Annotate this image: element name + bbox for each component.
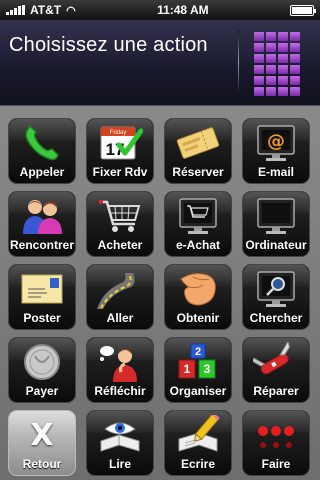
three-dots-icon xyxy=(253,415,299,455)
tile-ordinateur[interactable]: Ordinateur xyxy=(242,191,310,257)
tile-label: Ordinateur xyxy=(245,238,307,252)
tile-poster[interactable]: Poster xyxy=(8,264,76,330)
battery-icon xyxy=(290,4,316,16)
tile-label: Réparer xyxy=(253,384,299,398)
tile-label: Réfléchir xyxy=(94,384,146,398)
tile-e-achat[interactable]: e-Achat xyxy=(164,191,232,257)
thinking-person-icon xyxy=(97,342,143,382)
tile-label: Réserver xyxy=(172,165,224,179)
tile-aller[interactable]: Aller xyxy=(86,264,154,330)
shopping-cart-icon xyxy=(97,196,143,236)
clock: 11:48 AM xyxy=(157,3,209,17)
svg-text:3: 3 xyxy=(204,362,211,376)
carrier-label: AT&T xyxy=(30,3,62,17)
tile-label: e-Achat xyxy=(175,238,220,252)
tile-label: Lire xyxy=(108,457,131,471)
tile-fixer-rdv[interactable]: Friday 17 Fixer Rdv xyxy=(86,118,154,184)
status-left: AT&T ◠ xyxy=(6,3,76,17)
magnifier-monitor-icon xyxy=(253,269,299,309)
tile-faire[interactable]: Faire xyxy=(242,410,310,476)
blocks-icon: 2 1 3 xyxy=(175,342,221,382)
tile-payer[interactable]: Payer xyxy=(8,337,76,403)
at-monitor-icon: @ xyxy=(253,123,299,163)
tile-email[interactable]: @ E-mail xyxy=(242,118,310,184)
tile-ecrire[interactable]: Ecrire xyxy=(164,410,232,476)
tile-reserver[interactable]: Réserver xyxy=(164,118,232,184)
tile-reparer[interactable]: Réparer xyxy=(242,337,310,403)
svg-text:2: 2 xyxy=(195,346,201,358)
tile-label: Retour xyxy=(22,457,62,471)
action-grid: Appeler Friday 17 Fixer Rdv Réserver @ E… xyxy=(8,118,312,476)
tile-obtenir[interactable]: Obtenir xyxy=(164,264,232,330)
tile-label: Acheter xyxy=(97,238,143,252)
phone-icon xyxy=(19,123,65,163)
people-icon xyxy=(19,196,65,236)
tile-reflechir[interactable]: Réfléchir xyxy=(86,337,154,403)
action-panel: Appeler Friday 17 Fixer Rdv Réserver @ E… xyxy=(0,106,320,480)
monitor-icon xyxy=(253,196,299,236)
tile-label: Poster xyxy=(23,311,61,325)
tile-label: E-mail xyxy=(257,165,294,179)
page-title: Choisissez une action xyxy=(9,34,208,56)
header: Choisissez une action xyxy=(0,20,320,106)
tile-label: Aller xyxy=(106,311,134,325)
svg-text:Friday: Friday xyxy=(110,130,127,136)
pencil-paper-icon xyxy=(175,415,221,455)
svg-text:1: 1 xyxy=(184,362,191,376)
tile-label: Organiser xyxy=(169,384,227,398)
tile-label: Chercher xyxy=(249,311,303,325)
tile-acheter[interactable]: Acheter xyxy=(86,191,154,257)
tile-lire[interactable]: Lire xyxy=(86,410,154,476)
tile-chercher[interactable]: Chercher xyxy=(242,264,310,330)
calendar-check-icon: Friday 17 xyxy=(97,123,143,163)
signal-icon xyxy=(6,5,25,15)
road-icon xyxy=(97,269,143,309)
swiss-knife-icon xyxy=(253,342,299,382)
svg-text:@: @ xyxy=(267,131,285,152)
tile-label: Fixer Rdv xyxy=(92,165,148,179)
tile-appeler[interactable]: Appeler xyxy=(8,118,76,184)
status-bar: AT&T ◠ 11:48 AM xyxy=(0,0,320,20)
tile-label: Rencontrer xyxy=(9,238,74,252)
tile-label: Faire xyxy=(261,457,291,471)
header-divider xyxy=(238,30,239,94)
ticket-icon xyxy=(175,123,221,163)
grid-icon[interactable] xyxy=(254,32,300,96)
hand-grab-icon xyxy=(175,269,221,309)
tile-label: Appeler xyxy=(19,165,65,179)
eye-book-icon xyxy=(97,415,143,455)
tile-retour[interactable]: X Retour xyxy=(8,410,76,476)
close-icon: X xyxy=(30,417,54,453)
letter-icon xyxy=(19,269,65,309)
tile-label: Obtenir xyxy=(176,311,220,325)
wifi-icon: ◠ xyxy=(66,4,76,17)
tile-rencontrer[interactable]: Rencontrer xyxy=(8,191,76,257)
cart-monitor-icon xyxy=(175,196,221,236)
tile-organiser[interactable]: 2 1 3 Organiser xyxy=(164,337,232,403)
tile-label: Payer xyxy=(25,384,59,398)
coin-icon xyxy=(19,342,65,382)
tile-label: Ecrire xyxy=(180,457,216,471)
